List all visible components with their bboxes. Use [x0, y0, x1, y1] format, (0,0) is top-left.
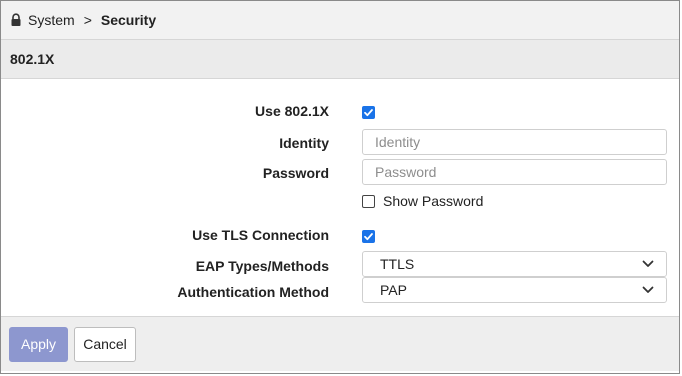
use-8021x-checkbox[interactable] — [362, 106, 375, 119]
breadcrumb-separator: > — [83, 12, 92, 28]
section-title-text: 802.1X — [10, 51, 55, 67]
use-8021x-label: Use 802.1X — [255, 103, 329, 119]
eap-methods-select[interactable]: TTLS — [362, 251, 667, 277]
breadcrumb: System > Security — [1, 1, 679, 40]
chevron-down-icon — [642, 260, 654, 267]
section-title: 802.1X — [1, 40, 679, 79]
check-icon — [364, 109, 373, 117]
password-input[interactable] — [362, 159, 667, 185]
use-tls-label: Use TLS Connection — [192, 227, 329, 243]
breadcrumb-current: Security — [100, 12, 157, 28]
breadcrumb-parent[interactable]: System — [28, 12, 75, 28]
auth-method-label: Authentication Method — [177, 284, 329, 300]
eap-methods-value: TTLS — [380, 256, 415, 272]
use-tls-checkbox[interactable] — [362, 230, 375, 243]
show-password-toggle[interactable]: Show Password — [362, 193, 483, 209]
chevron-down-icon — [642, 286, 654, 293]
show-password-checkbox[interactable] — [362, 194, 375, 208]
auth-method-select[interactable]: PAP — [362, 277, 667, 303]
identity-input[interactable] — [362, 129, 667, 155]
dot1x-form: Use 802.1X Identity Password Show Passwo… — [1, 79, 679, 316]
identity-label: Identity — [279, 135, 329, 151]
security-panel: System > Security 802.1X Use 802.1X Iden… — [0, 0, 680, 374]
show-password-label: Show Password — [383, 193, 484, 209]
lock-icon — [11, 13, 21, 26]
auth-method-value: PAP — [380, 282, 407, 298]
apply-button[interactable]: Apply — [9, 326, 68, 362]
cancel-button[interactable]: Cancel — [74, 326, 136, 362]
password-label: Password — [262, 165, 329, 181]
eap-methods-label: EAP Types/Methods — [195, 258, 329, 274]
form-footer: Apply Cancel — [1, 316, 679, 371]
check-icon — [364, 233, 373, 241]
